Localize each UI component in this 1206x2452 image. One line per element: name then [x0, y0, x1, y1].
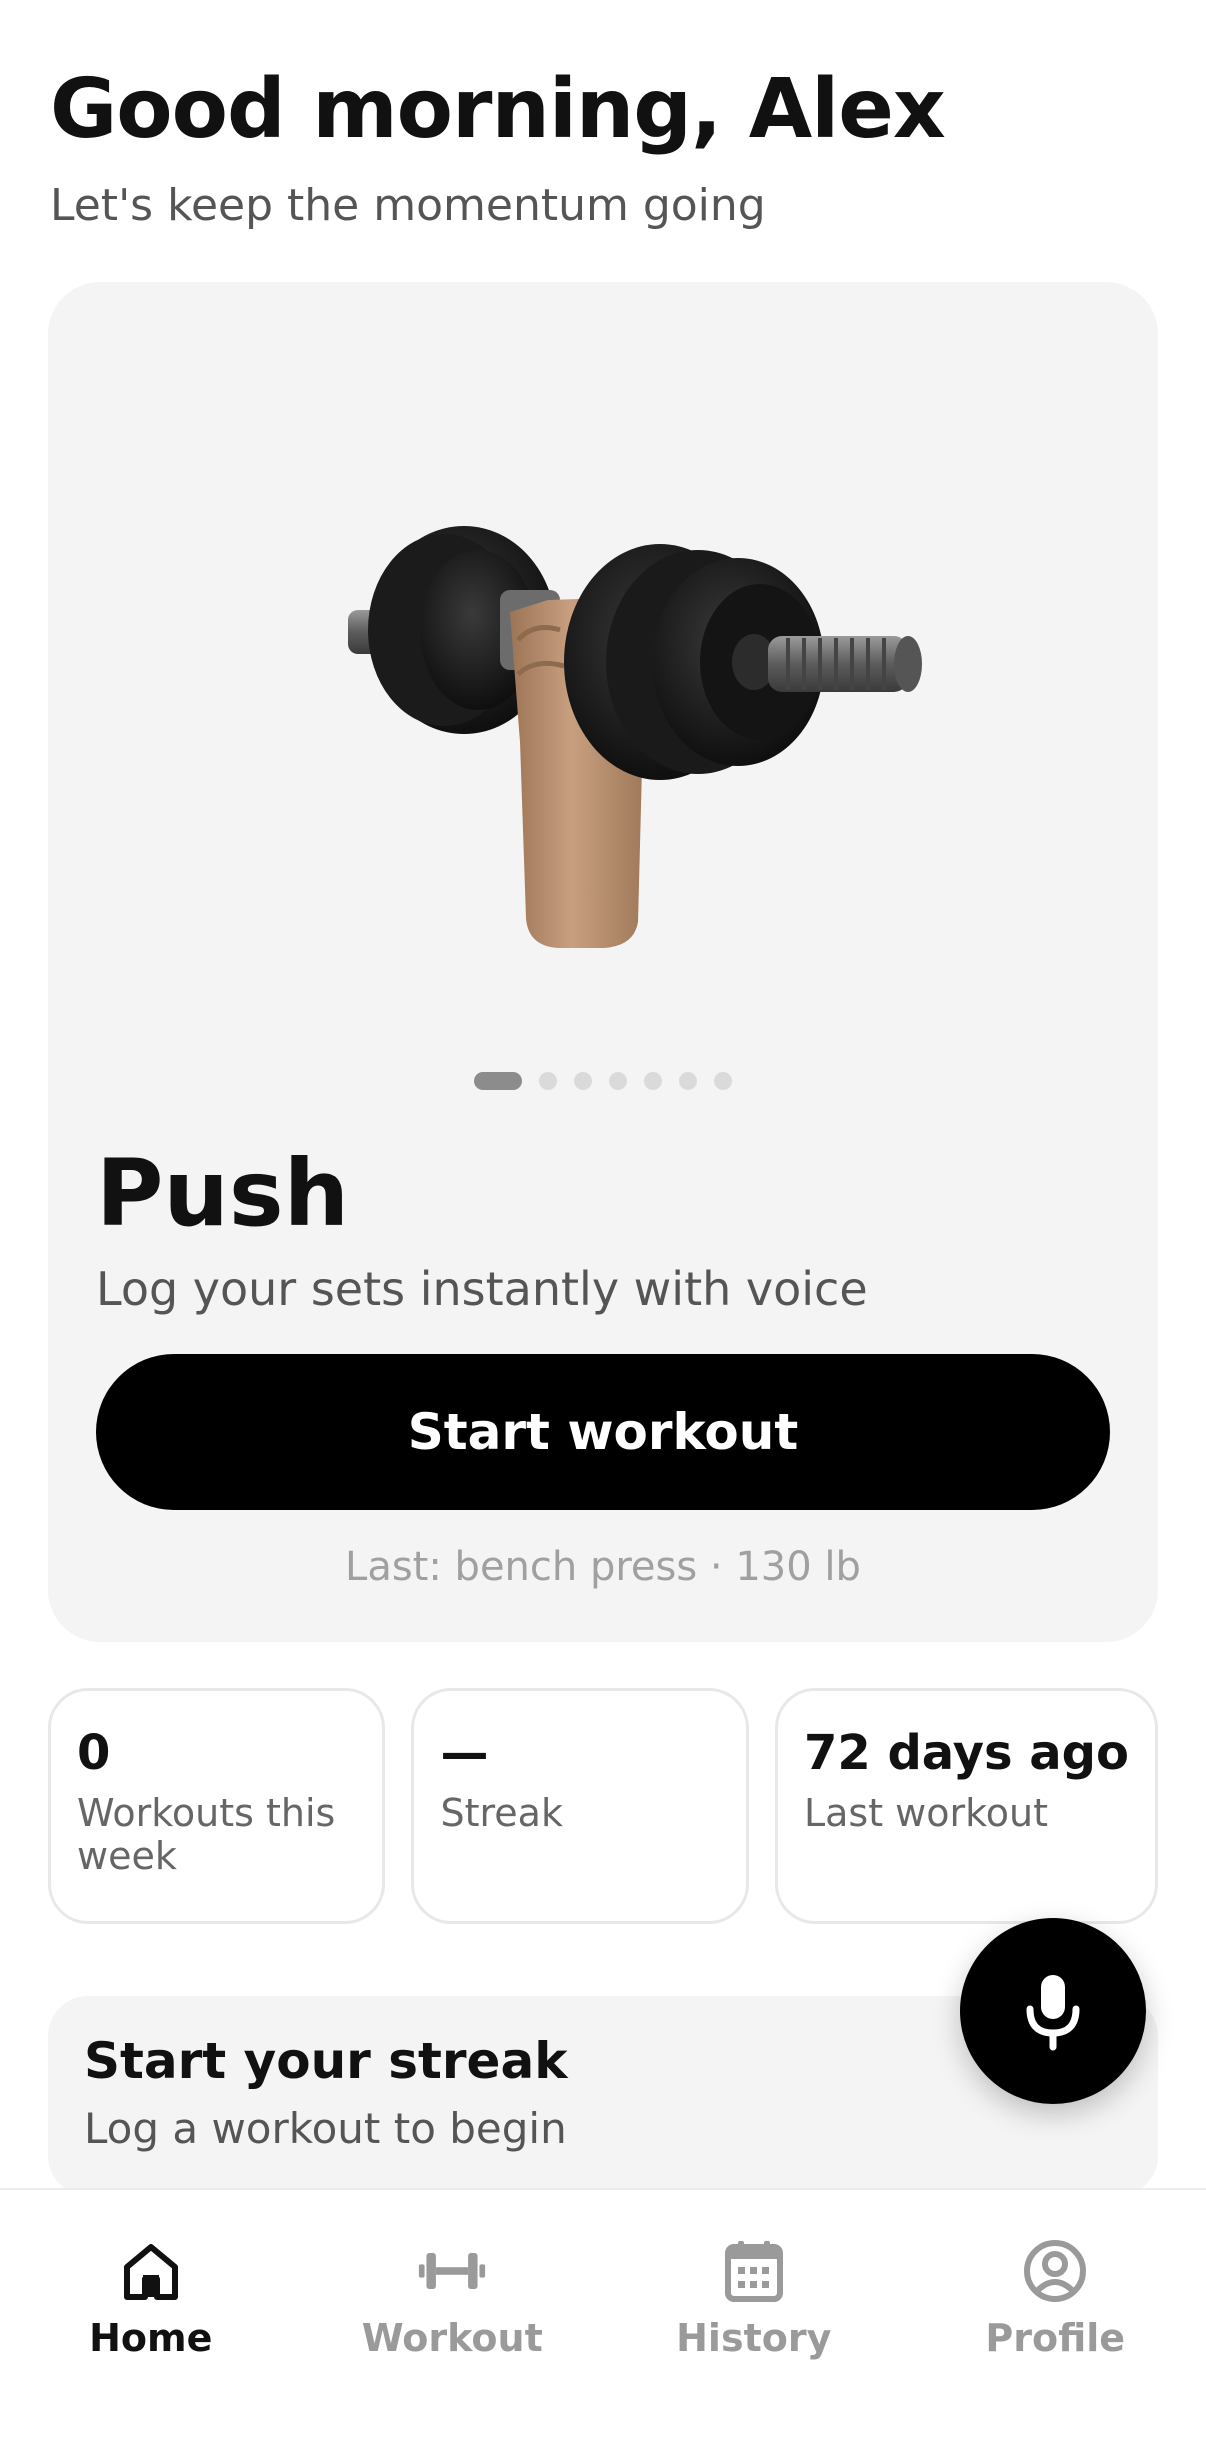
carousel-dot[interactable] — [644, 1072, 662, 1090]
dumbbell-in-hand-illustration — [348, 526, 922, 948]
tab-history[interactable]: History — [603, 2190, 905, 2452]
carousel-dot[interactable] — [474, 1072, 522, 1090]
tab-label: Home — [89, 2316, 213, 2360]
carousel-dot[interactable] — [539, 1072, 557, 1090]
stat-value: 0 — [77, 1725, 111, 1781]
workout-title: Push — [96, 1140, 350, 1247]
streak-subtitle: Log a workout to begin — [84, 2104, 567, 2153]
tab-workout[interactable]: Workout — [302, 2190, 604, 2452]
hero-card: Push Log your sets instantly with voice … — [48, 282, 1158, 1642]
stat-label: Streak — [440, 1790, 563, 1835]
stat-card-last-workout[interactable]: 72 days ago Last workout — [774, 1688, 1159, 1924]
start-workout-button[interactable]: Start workout — [96, 1354, 1110, 1510]
dumbbell-icon — [417, 2236, 487, 2306]
tab-label: Profile — [985, 2316, 1126, 2360]
tab-profile[interactable]: Profile — [905, 2190, 1206, 2452]
tab-home[interactable]: Home — [0, 2190, 302, 2452]
stat-value: — — [440, 1725, 489, 1781]
workout-subtitle: Log your sets instantly with voice — [96, 1262, 868, 1316]
stat-card-streak[interactable]: — Streak — [411, 1688, 749, 1924]
tab-label: Workout — [361, 2316, 543, 2360]
microphone-icon — [1026, 1975, 1080, 2051]
last-workout-summary: Last: bench press · 130 lb — [345, 1544, 861, 1590]
carousel-indicator[interactable] — [48, 1072, 1158, 1090]
carousel-dot[interactable] — [679, 1072, 697, 1090]
calendar-icon — [719, 2236, 789, 2306]
voice-log-button[interactable] — [960, 1918, 1146, 2104]
carousel-dot[interactable] — [714, 1072, 732, 1090]
tab-label: History — [676, 2316, 832, 2360]
stats-row: 0 Workouts this week — Streak 72 days ag… — [48, 1688, 1159, 1924]
bottom-tab-bar: Home Workout History Profile — [0, 2188, 1206, 2452]
carousel-dot[interactable] — [609, 1072, 627, 1090]
stat-label: Workouts this week — [77, 1790, 336, 1879]
stat-card-workouts[interactable]: 0 Workouts this week — [48, 1688, 386, 1924]
stat-label: Last workout — [803, 1790, 1049, 1835]
home-icon — [116, 2236, 186, 2306]
profile-icon — [1020, 2236, 1090, 2306]
greeting-subtitle: Let's keep the momentum going — [50, 180, 766, 231]
stat-value: 72 days ago — [803, 1725, 1130, 1781]
carousel-dot[interactable] — [574, 1072, 592, 1090]
greeting-title: Good morning, Alex — [50, 62, 946, 157]
